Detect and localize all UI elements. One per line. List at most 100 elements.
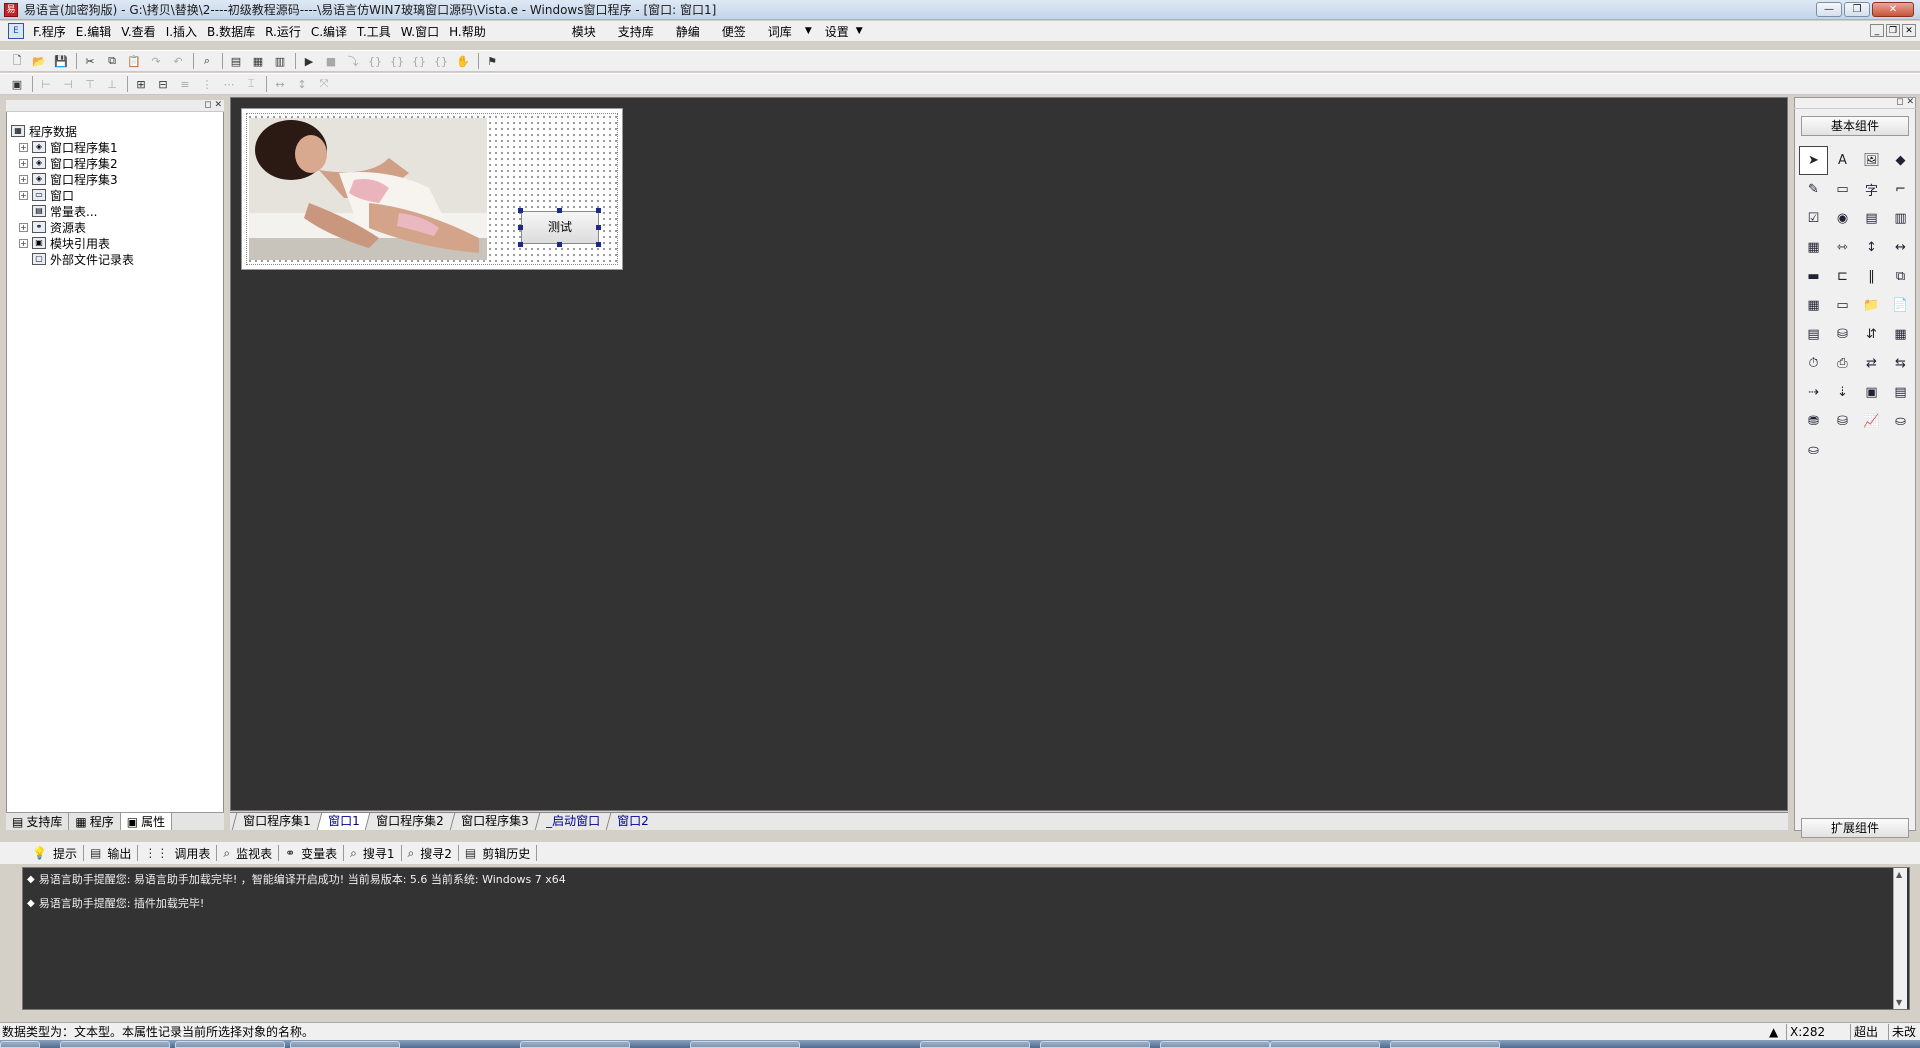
selection-handle[interactable]	[518, 225, 523, 230]
same-width-icon[interactable]: ↔	[271, 75, 289, 93]
tab-hint[interactable]: 💡 提示	[26, 845, 84, 861]
selection-handle[interactable]	[518, 242, 523, 247]
same-both-icon[interactable]: ⤧	[315, 75, 333, 93]
select-list-icon[interactable]: ▦	[1799, 233, 1828, 262]
minimize-button[interactable]: —	[1816, 2, 1842, 17]
menu-help[interactable]: H.帮助	[444, 23, 491, 40]
extended-components-button[interactable]: 扩展组件	[1801, 818, 1909, 838]
tree-item[interactable]: + ▣ 模块引用表	[11, 235, 134, 251]
picture-box-icon[interactable]: 🖼	[1857, 146, 1886, 175]
save-icon[interactable]: 💾	[52, 52, 70, 70]
selection-handle[interactable]	[557, 208, 562, 213]
close-button[interactable]: ✕	[1872, 2, 1914, 17]
tab-window-2[interactable]: 窗口2	[605, 813, 659, 830]
chart-icon[interactable]: 📈	[1857, 407, 1886, 436]
space-vertical-icon[interactable]: ⋮	[198, 75, 216, 93]
text-icon[interactable]: 字	[1857, 175, 1886, 204]
layout-left-icon[interactable]: ▤	[227, 52, 245, 70]
selection-handle[interactable]	[596, 242, 601, 247]
odbc-icon[interactable]: ⛀	[1886, 407, 1915, 436]
tree-item[interactable]: + ◈ 窗口程序集2	[11, 155, 134, 171]
tab-search-2[interactable]: ⌕ 搜寻2	[402, 845, 459, 861]
taskbar-button[interactable]	[920, 1041, 1030, 1048]
output-panel[interactable]: ◆ 易语言助手提醒您: 易语言助手加载完毕! ，智能编译开启成功! 当前易版本: …	[22, 867, 1910, 1010]
tree-item[interactable]: ▤ 常量表...	[11, 203, 134, 219]
mdi-close-button[interactable]: ✕	[1902, 24, 1916, 37]
scroll-down-icon[interactable]: ▼	[1896, 998, 1902, 1007]
pointer-icon[interactable]: ➤	[1799, 146, 1828, 175]
new-file-icon[interactable]: 🗋	[8, 52, 26, 70]
tab-window-module-3[interactable]: 窗口程序集3	[449, 813, 539, 830]
output-scrollbar[interactable]: ▲ ▼	[1893, 868, 1907, 1009]
scroll-up-icon[interactable]: ▲	[1896, 870, 1902, 879]
tree-item[interactable]: ▢ 外部文件记录表	[11, 251, 134, 267]
basic-components-button[interactable]: 基本组件	[1801, 116, 1909, 136]
track-icon[interactable]: ⊏	[1828, 262, 1857, 291]
start-button[interactable]	[0, 1041, 40, 1048]
same-size-icon[interactable]: ⌶	[242, 75, 260, 93]
line-icon[interactable]: ⌐	[1886, 175, 1915, 204]
taskbar-button[interactable]	[1390, 1041, 1500, 1048]
taskbar-button[interactable]	[290, 1041, 400, 1048]
step-out-icon[interactable]: {}	[410, 52, 428, 70]
tree-item[interactable]: + ⚭ 资源表	[11, 219, 134, 235]
layout-top-icon[interactable]: ▦	[249, 52, 267, 70]
menu-database[interactable]: B.数据库	[202, 23, 260, 40]
status-bar-icon[interactable]: ▭	[1828, 291, 1857, 320]
menu-app-icon[interactable]: E	[8, 23, 24, 39]
menu-compile[interactable]: C.编译	[306, 23, 352, 40]
printer-icon[interactable]: ⎙	[1828, 349, 1857, 378]
edit-box-icon[interactable]: ✎	[1799, 175, 1828, 204]
tab-window-module-2[interactable]: 窗口程序集2	[365, 813, 455, 830]
splitter-icon[interactable]: ⇵	[1857, 320, 1886, 349]
run-icon[interactable]: ▶	[300, 52, 318, 70]
mdi-restore-button[interactable]: ❐	[1886, 24, 1900, 37]
network-icon[interactable]: ⛁	[1828, 320, 1857, 349]
same-height-icon[interactable]: ↕	[293, 75, 311, 93]
align-top-icon[interactable]: ⊤	[81, 75, 99, 93]
grid-icon[interactable]: ▦	[1886, 320, 1915, 349]
tree-item[interactable]: + ▭ 窗口	[11, 187, 134, 203]
expand-icon[interactable]: +	[19, 238, 28, 248]
expand-icon[interactable]: +	[19, 142, 28, 152]
expand-icon[interactable]: +	[19, 190, 28, 200]
chevron-down-icon[interactable]: ▼	[854, 26, 871, 36]
tab-search-1[interactable]: ⌕ 搜寻1	[344, 845, 402, 861]
picture-box[interactable]	[249, 118, 487, 260]
run-to-cursor-icon[interactable]: {}	[432, 52, 450, 70]
vertical-bar-icon[interactable]: ‖	[1857, 262, 1886, 291]
progress-icon[interactable]: ▬	[1799, 262, 1828, 291]
scrollbar-vertical-icon[interactable]: ↕	[1857, 233, 1886, 262]
test-button[interactable]: 测试	[521, 211, 599, 244]
selection-handle[interactable]	[518, 208, 523, 213]
tab-output[interactable]: ▤ 输出	[84, 845, 139, 861]
tab-call-stack[interactable]: ⋮⋮ 调用表	[138, 845, 218, 861]
expand-icon[interactable]: +	[19, 222, 28, 232]
form-icon[interactable]: ▣	[8, 75, 26, 93]
taskbar-button[interactable]	[175, 1041, 285, 1048]
status-up-icon[interactable]: ▲	[1766, 1024, 1786, 1040]
taskbar-button[interactable]	[520, 1041, 630, 1048]
cut-icon[interactable]: ✂	[81, 52, 99, 70]
db-table-icon[interactable]: ⛃	[1799, 407, 1828, 436]
selection-handle[interactable]	[596, 225, 601, 230]
menu-edit[interactable]: E.编辑	[71, 23, 116, 40]
redo-icon[interactable]: ↷	[147, 52, 165, 70]
odbc-db-icon[interactable]: ⛀	[1799, 436, 1828, 465]
align-left-icon[interactable]: ⊢	[37, 75, 55, 93]
taskbar-button[interactable]	[1040, 1041, 1150, 1048]
expand-icon[interactable]: +	[19, 174, 28, 184]
document-icon[interactable]: 📄	[1886, 291, 1915, 320]
menu-program[interactable]: F.程序	[28, 23, 71, 40]
server-icon[interactable]: ⇣	[1828, 378, 1857, 407]
tab-watch[interactable]: ⌕ 监视表	[217, 845, 280, 861]
find-icon[interactable]: ⌕	[198, 52, 216, 70]
undo-icon[interactable]: ↶	[169, 52, 187, 70]
layout-bottom-icon[interactable]: ▥	[271, 52, 289, 70]
window-component-icon[interactable]: ▣	[1857, 378, 1886, 407]
calendar-icon[interactable]: ▦	[1799, 291, 1828, 320]
taskbar-button[interactable]	[690, 1041, 800, 1048]
menu-insert[interactable]: I.插入	[161, 23, 202, 40]
db-query-icon[interactable]: ⛁	[1828, 407, 1857, 436]
menu-window[interactable]: W.窗口	[396, 23, 444, 40]
